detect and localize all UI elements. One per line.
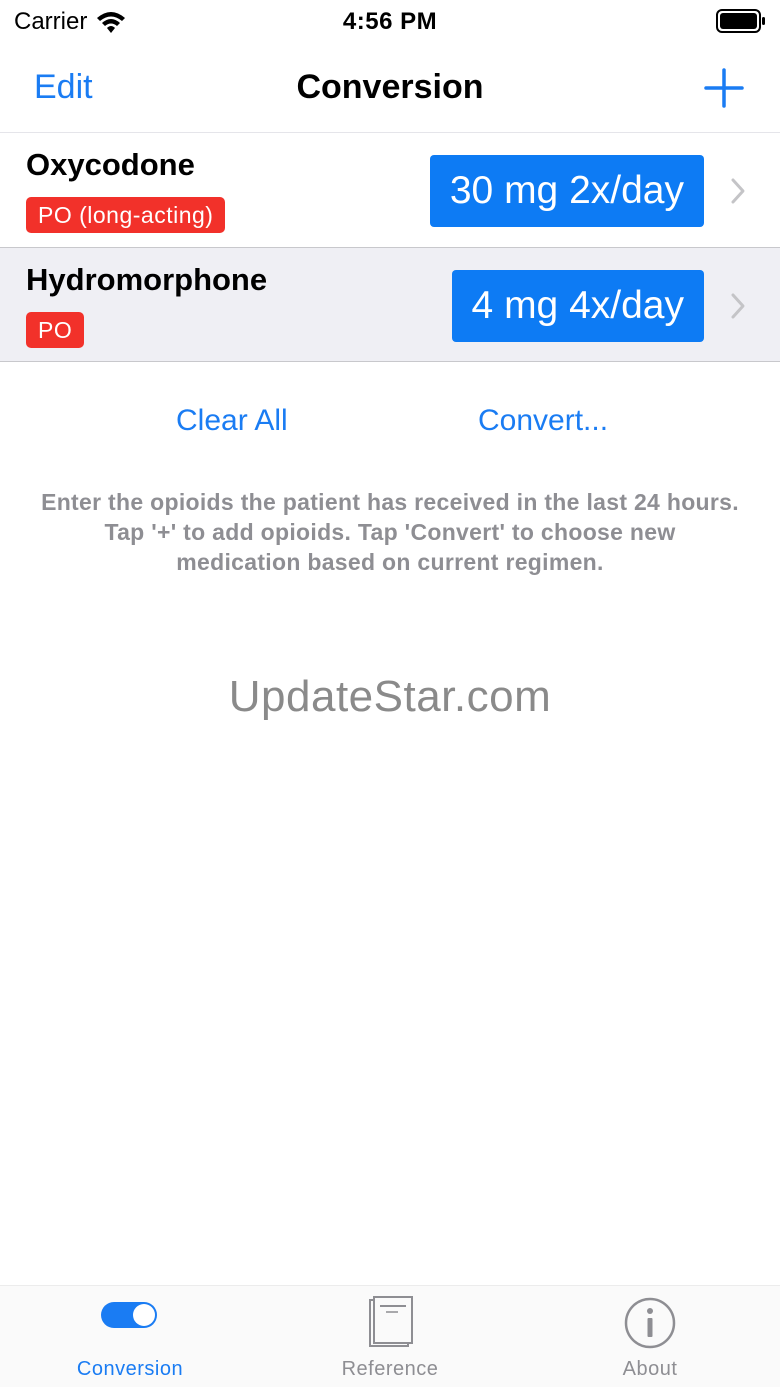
tab-label: About: [622, 1358, 678, 1380]
book-icon: [369, 1296, 413, 1347]
route-badge: PO (long-acting): [26, 197, 226, 233]
page-title: Conversion: [296, 68, 484, 106]
medication-row[interactable]: Hydromorphone PO 4 mg 4x/day: [0, 248, 780, 362]
route-badge: PO: [26, 312, 85, 348]
chevron-right-icon: [731, 178, 745, 204]
medication-row[interactable]: Oxycodone PO (long-acting) 30 mg 2x/day: [0, 133, 780, 248]
tab-reference[interactable]: Reference: [260, 1286, 520, 1387]
battery-icon: [716, 9, 765, 33]
status-bar: Carrier 4:56 PM: [0, 0, 780, 44]
medication-name: Oxycodone: [26, 147, 195, 182]
navigation-bar: Edit Conversion: [0, 56, 780, 122]
status-time: 4:56 PM: [342, 8, 438, 35]
dose-button[interactable]: 30 mg 2x/day: [429, 155, 704, 227]
screen: Carrier 4:56 PM Edit Conversion Oxycodon…: [0, 0, 780, 1387]
convert-button[interactable]: Convert...: [478, 404, 608, 438]
tab-conversion[interactable]: Conversion: [0, 1286, 260, 1387]
tab-about[interactable]: About: [520, 1286, 780, 1387]
dose-button[interactable]: 4 mg 4x/day: [451, 270, 704, 342]
tab-bar: Conversion Reference About: [0, 1285, 780, 1387]
tab-label: Conversion: [76, 1358, 184, 1380]
medication-name: Hydromorphone: [26, 262, 268, 297]
tab-label: Reference: [341, 1358, 439, 1380]
add-icon[interactable]: [704, 68, 744, 108]
toggle-icon: [101, 1302, 157, 1328]
info-icon: [624, 1297, 676, 1349]
watermark: UpdateStar.com: [228, 672, 552, 721]
chevron-right-icon: [731, 293, 745, 319]
instructions-text: Enter the opioids the patient has receiv…: [41, 489, 739, 575]
clear-all-button[interactable]: Clear All: [176, 404, 288, 438]
medication-list: Oxycodone PO (long-acting) 30 mg 2x/day …: [0, 132, 780, 362]
